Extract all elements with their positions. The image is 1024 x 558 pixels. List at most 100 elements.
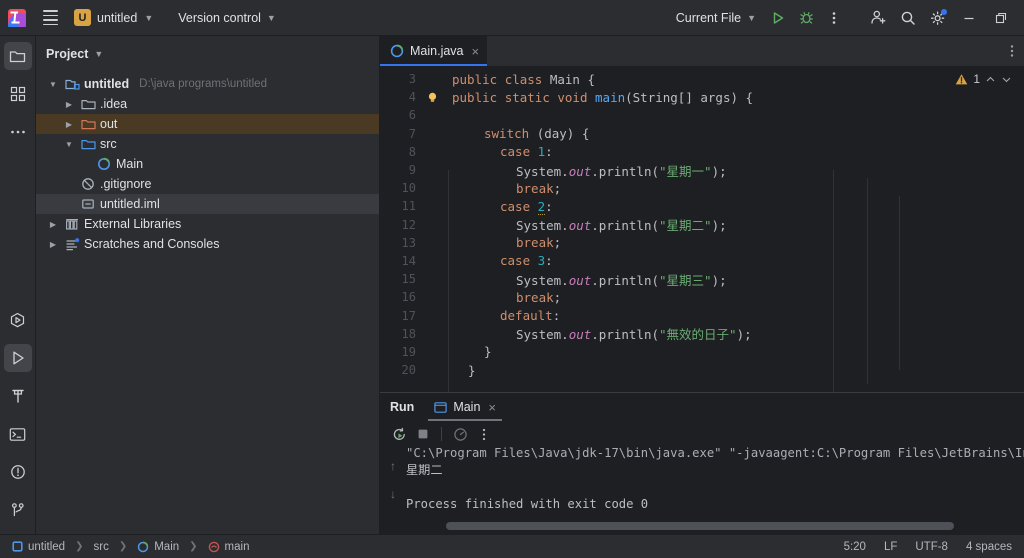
code-line[interactable]: 4 public static void main(String[] args) … bbox=[380, 88, 1024, 106]
rerun-button[interactable] bbox=[388, 423, 410, 445]
indent-setting[interactable]: 4 spaces bbox=[966, 541, 1012, 553]
chevron-right-icon[interactable]: ▶ bbox=[46, 220, 60, 229]
caret-position[interactable]: 5:20 bbox=[844, 541, 866, 553]
minimize-icon bbox=[963, 12, 975, 24]
chevron-right-icon[interactable]: ▶ bbox=[46, 240, 60, 249]
gitignore-icon bbox=[80, 176, 96, 192]
project-tree[interactable]: ▼ untitled D:\java programs\untitled ▶ .idea… bbox=[36, 68, 379, 534]
code-line[interactable]: 18 System.out.println("無效的日子"); bbox=[380, 325, 1024, 343]
sidebar-item-structure[interactable] bbox=[4, 80, 32, 108]
tree-item-external-libraries[interactable]: ▶ External Libraries bbox=[36, 214, 379, 234]
tree-item-untitled[interactable]: ▼ untitled D:\java programs\untitled bbox=[36, 74, 379, 94]
title-bar: U untitled ▼ Version control ▼ Current F… bbox=[0, 0, 1024, 36]
chevron-down-icon[interactable]: ▼ bbox=[62, 140, 76, 149]
sidebar-item-services[interactable] bbox=[4, 306, 32, 334]
sidebar-item-git[interactable] bbox=[4, 496, 32, 524]
editor-area: Main.java × 1 3 public class Main {4 pu… bbox=[380, 36, 1024, 392]
tree-item-untitled-iml[interactable]: • untitled.iml bbox=[36, 194, 379, 214]
chevron-up-icon[interactable] bbox=[985, 74, 996, 85]
tree-item-out[interactable]: ▶ out bbox=[36, 114, 379, 134]
code-line[interactable]: 10 break; bbox=[380, 179, 1024, 197]
version-control-button[interactable]: Version control ▼ bbox=[170, 6, 284, 30]
sidebar-item-run[interactable] bbox=[3, 344, 32, 372]
run-tab-main[interactable]: Main × bbox=[428, 393, 502, 421]
profiler-button[interactable] bbox=[449, 423, 471, 445]
chevron-down-icon[interactable] bbox=[1001, 74, 1012, 85]
code-lines[interactable]: 3 public class Main {4 public static void … bbox=[380, 66, 1024, 379]
folder-excluded-icon bbox=[80, 116, 96, 132]
code-line[interactable]: 15 System.out.println("星期三"); bbox=[380, 270, 1024, 288]
code-line[interactable]: 7 switch (day) { bbox=[380, 125, 1024, 143]
breadcrumb-item[interactable]: untitled bbox=[12, 541, 65, 553]
run-button[interactable] bbox=[764, 5, 792, 31]
debug-button[interactable] bbox=[792, 5, 820, 31]
line-number: 20 bbox=[401, 363, 416, 378]
code-token: break bbox=[516, 235, 554, 251]
console-output[interactable]: "C:\Program Files\Java\jdk-17\bin\java.e… bbox=[406, 447, 1024, 534]
close-icon[interactable]: × bbox=[472, 44, 480, 59]
line-separator[interactable]: LF bbox=[884, 541, 897, 553]
sidebar-item-terminal[interactable] bbox=[4, 420, 32, 448]
tree-item-scratches-and-consoles[interactable]: ▶ Scratches and Consoles bbox=[36, 234, 379, 254]
close-icon[interactable]: × bbox=[488, 400, 496, 415]
breadcrumb-item[interactable]: main bbox=[208, 541, 249, 553]
code-editor[interactable]: 1 3 public class Main {4 public static voi… bbox=[380, 66, 1024, 392]
project-panel-header[interactable]: Project ▼ bbox=[36, 40, 379, 68]
tree-item-src[interactable]: ▼ src bbox=[36, 134, 379, 154]
sidebar-item-project[interactable] bbox=[3, 42, 32, 70]
code-line[interactable]: 14 case 3: bbox=[380, 252, 1024, 270]
scroll-down-icon[interactable]: ↓ bbox=[390, 487, 396, 501]
chevron-right-icon[interactable]: ▶ bbox=[62, 100, 76, 109]
minimize-window-button[interactable] bbox=[954, 5, 984, 31]
project-tool-window: Project ▼ ▼ untitled D:\java programs\unti… bbox=[36, 36, 380, 534]
breadcrumb-item[interactable]: Main bbox=[137, 541, 179, 553]
code-line[interactable]: 11 case 2: bbox=[380, 197, 1024, 215]
breadcrumb-item[interactable]: src bbox=[93, 541, 108, 553]
sidebar-item-build[interactable] bbox=[4, 382, 32, 410]
status-bar: untitled ❯ src ❯ Main ❯ main 5:20 LF UTF-8 4 s… bbox=[0, 534, 1024, 558]
code-line[interactable]: 3 public class Main { bbox=[380, 70, 1024, 88]
console-horizontal-scrollbar[interactable] bbox=[446, 522, 1020, 530]
code-line[interactable]: 19} bbox=[380, 343, 1024, 361]
code-token: out bbox=[568, 163, 592, 179]
hamburger-menu-button[interactable] bbox=[36, 5, 64, 31]
file-encoding[interactable]: UTF-8 bbox=[915, 541, 948, 553]
search-button[interactable] bbox=[894, 5, 922, 31]
tree-item-idea[interactable]: ▶ .idea bbox=[36, 94, 379, 114]
more-vertical-icon[interactable] bbox=[1010, 44, 1014, 58]
folder-source-icon bbox=[80, 136, 96, 152]
code-line[interactable]: 13 break; bbox=[380, 234, 1024, 252]
code-line[interactable]: 9 System.out.println("星期一"); bbox=[380, 161, 1024, 179]
sidebar-item-more-tools[interactable] bbox=[4, 118, 32, 146]
code-line[interactable]: 6 bbox=[380, 106, 1024, 124]
scroll-up-icon[interactable]: ↑ bbox=[390, 459, 396, 473]
code-token: switch bbox=[484, 126, 537, 142]
code-line[interactable]: 20} bbox=[380, 361, 1024, 379]
restore-window-button[interactable] bbox=[986, 5, 1016, 31]
settings-button[interactable] bbox=[924, 5, 952, 31]
intellij-idea-window: U untitled ▼ Version control ▼ Current F… bbox=[0, 0, 1024, 558]
run-more-button[interactable] bbox=[473, 423, 495, 445]
project-selector-button[interactable]: U untitled ▼ bbox=[70, 6, 160, 30]
inspection-warning-badge[interactable]: 1 bbox=[955, 72, 1012, 86]
code-line[interactable]: 17 default: bbox=[380, 306, 1024, 324]
breadcrumb[interactable]: untitled ❯ src ❯ Main ❯ main bbox=[12, 541, 249, 553]
intention-bulb-icon[interactable] bbox=[426, 91, 448, 104]
run-configuration-selector[interactable]: Current File ▼ bbox=[668, 6, 764, 30]
editor-tab-main-java[interactable]: Main.java × bbox=[380, 36, 488, 66]
code-line[interactable]: 12 System.out.println("星期二"); bbox=[380, 216, 1024, 234]
scrollbar-thumb[interactable] bbox=[446, 522, 954, 530]
stop-button[interactable] bbox=[412, 423, 434, 445]
sidebar-item-problems[interactable] bbox=[4, 458, 32, 486]
code-line[interactable]: 16 break; bbox=[380, 288, 1024, 306]
code-token: public bbox=[452, 71, 505, 87]
tree-item-label: External Libraries bbox=[84, 217, 182, 231]
chevron-down-icon[interactable]: ▼ bbox=[46, 80, 60, 89]
code-token: case bbox=[500, 198, 538, 214]
code-line[interactable]: 8 case 1: bbox=[380, 143, 1024, 161]
tree-item-gitignore[interactable]: • .gitignore bbox=[36, 174, 379, 194]
add-user-button[interactable] bbox=[864, 5, 892, 31]
tree-item-main[interactable]: • Main bbox=[36, 154, 379, 174]
more-actions-button[interactable] bbox=[820, 5, 848, 31]
chevron-right-icon[interactable]: ▶ bbox=[62, 120, 76, 129]
